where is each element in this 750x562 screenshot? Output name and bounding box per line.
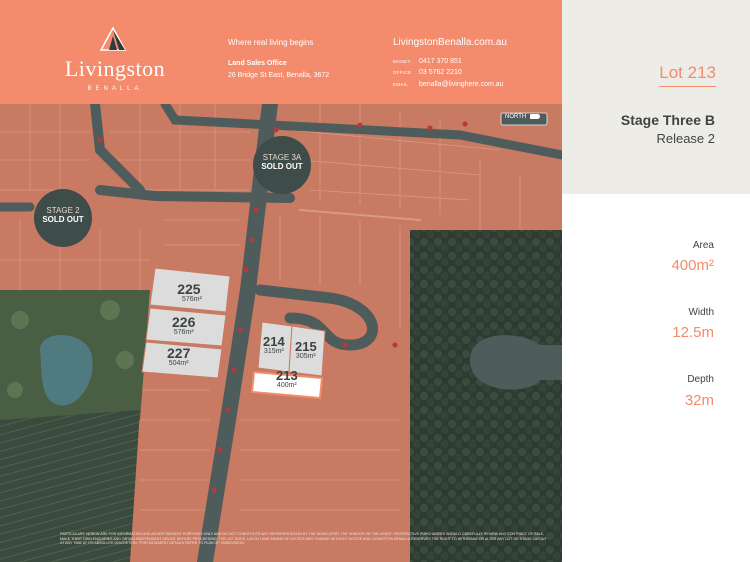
lot-title: Lot 213 <box>659 63 716 87</box>
logo-subtitle: BENALLA <box>87 86 143 92</box>
release-label: Release 2 <box>656 131 715 146</box>
lot-area: 576m² <box>182 296 202 303</box>
stage-3a-badge: STAGE 3A SOLD OUT <box>253 136 311 194</box>
tagline: Where real living begins <box>228 38 314 47</box>
width-value: 12.5m <box>672 324 714 341</box>
office-label: Land Sales Office <box>228 60 287 67</box>
lot-number: 227 <box>167 345 191 361</box>
lot-area: 305m² <box>295 353 316 360</box>
contact-value: 03 5762 2210 <box>419 69 462 76</box>
lot-number: 214 <box>263 334 285 349</box>
depth-value: 32m <box>684 392 714 409</box>
lot-stats-section: Area 400m² Width 12.5m Depth 32m <box>562 194 750 562</box>
lot-215[interactable]: 215 305m² <box>295 340 317 360</box>
lot-number: 226 <box>172 314 196 330</box>
logo-wordmark: Livingston <box>64 56 166 81</box>
stage-2-badge: STAGE 2 SOLD OUT <box>34 189 92 247</box>
badge-line1: STAGE 2 <box>46 206 80 215</box>
reserve-park <box>410 230 562 562</box>
contact-mandy[interactable]: MANDY 0417 370 851 <box>393 58 462 65</box>
lot-area: 504m² <box>168 360 189 367</box>
office-address: 26 Bridge St East, Benalla, 3672 <box>228 72 330 79</box>
lot-area: 400m² <box>276 382 297 389</box>
north-indicator: NORTH <box>505 114 540 120</box>
north-label: NORTH <box>505 114 527 121</box>
contact-value: benalla@livinghere.com.au <box>419 81 504 88</box>
area-value: 400m² <box>671 257 714 274</box>
lot-226[interactable]: 226 576m² <box>172 315 195 336</box>
contact-label: MANDY <box>393 58 411 64</box>
lot-213[interactable]: 213 400m² <box>276 368 298 389</box>
contact-label: OFFICE <box>393 69 412 75</box>
lot-area: 576m² <box>173 329 194 336</box>
website-link[interactable]: LivingstonBenalla.com.au <box>393 37 507 48</box>
lot-227[interactable]: 227 504m² <box>167 346 190 367</box>
contact-email[interactable]: EMAIL benalla@livinghere.com.au <box>393 81 504 88</box>
width-label: Width <box>688 307 714 318</box>
badge-line2: SOLD OUT <box>261 162 303 171</box>
lot-214[interactable]: 214 315m² <box>263 335 285 355</box>
lot-225[interactable]: 225 576m² <box>176 282 202 303</box>
header-banner: Livingston BENALLA Where real living beg… <box>0 0 562 104</box>
depth-label: Depth <box>687 374 714 385</box>
contact-value: 0417 370 851 <box>419 58 462 65</box>
badge-line2: SOLD OUT <box>42 215 84 224</box>
area-label: Area <box>692 240 714 251</box>
north-arrow-icon <box>529 114 540 119</box>
lot-number: 225 <box>177 281 201 297</box>
site-plan-map[interactable]: NORTH STAGE 3A SOLD OUT STAGE 2 SOLD OUT… <box>0 104 562 562</box>
lot-header-section: Lot 213 Stage Three B Release 2 <box>562 0 750 194</box>
lot-number: 215 <box>295 339 317 354</box>
stage-title: Stage Three B <box>620 112 715 128</box>
lot-details-panel: Lot 213 Stage Three B Release 2 Area 400… <box>562 0 750 562</box>
contact-label: EMAIL <box>393 81 409 87</box>
disclaimer-text: PARTICULARS HEREIN ARE FOR INFORMATION A… <box>60 532 547 546</box>
lot-number: 213 <box>276 368 298 383</box>
badge-line1: STAGE 3A <box>262 153 302 162</box>
lot-area: 315m² <box>263 348 284 355</box>
house-logo-icon <box>99 26 127 51</box>
contact-office[interactable]: OFFICE 03 5762 2210 <box>393 69 462 76</box>
livingston-logo[interactable]: Livingston BENALLA <box>55 26 175 96</box>
